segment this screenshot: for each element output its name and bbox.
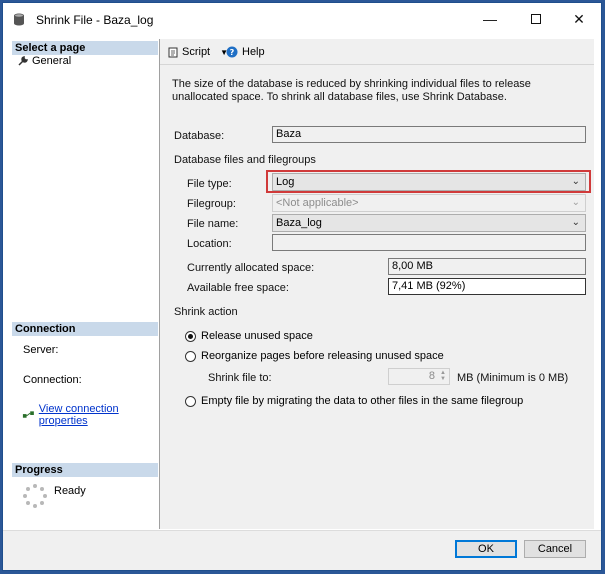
- page-selector-pane: Select a page General Connection Server:…: [12, 39, 160, 529]
- progress-spinner-icon: [23, 484, 47, 508]
- title-bar[interactable]: Shrink File - Baza_log — ✕: [3, 3, 601, 35]
- reorganize-option[interactable]: Reorganize pages before releasing unused…: [185, 350, 444, 362]
- shrink-file-dialog: Shrink File - Baza_log — ✕ Select a page…: [2, 2, 602, 571]
- script-icon: [168, 47, 178, 57]
- maximize-icon: [531, 14, 541, 24]
- shrink-action-title: Shrink action: [174, 306, 238, 318]
- release-unused-label: Release unused space: [201, 330, 313, 342]
- cancel-button[interactable]: Cancel: [524, 540, 586, 558]
- dialog-footer: OK Cancel: [3, 530, 601, 570]
- free-space-value: 7,41 MB (92%): [388, 278, 586, 295]
- ok-button[interactable]: OK: [455, 540, 517, 558]
- help-label: Help: [242, 46, 265, 58]
- script-label: Script: [182, 46, 211, 58]
- file-type-select[interactable]: Log ⌄: [272, 173, 586, 191]
- release-unused-option[interactable]: Release unused space: [185, 330, 313, 342]
- script-button[interactable]: Script ▼: [168, 46, 228, 58]
- radio-selected[interactable]: [185, 330, 196, 342]
- free-space-label: Available free space:: [187, 282, 289, 294]
- maximize-button[interactable]: [513, 3, 559, 35]
- connection-header: Connection: [12, 322, 158, 336]
- database-icon: [14, 13, 24, 26]
- minimize-button[interactable]: —: [467, 3, 513, 35]
- file-name-label: File name:: [187, 218, 239, 230]
- files-group-title: Database files and filegroups: [174, 154, 316, 166]
- close-button[interactable]: ✕: [556, 3, 602, 35]
- help-button[interactable]: ? Help: [226, 46, 265, 58]
- svg-text:?: ?: [230, 48, 235, 57]
- view-connection-properties[interactable]: View connection properties: [22, 403, 159, 427]
- allocated-space-label: Currently allocated space:: [187, 262, 315, 274]
- progress-header: Progress: [12, 463, 158, 477]
- view-connection-link[interactable]: View connection properties: [39, 403, 159, 427]
- chevron-down-icon: ⌄: [571, 197, 580, 208]
- general-page: Script ▼ ? Help The size of the database…: [160, 39, 594, 529]
- radio-unselected[interactable]: [185, 350, 196, 362]
- filegroup-value: <Not applicable>: [276, 197, 359, 209]
- spin-arrows-icon[interactable]: ▲ ▼: [438, 370, 448, 383]
- empty-file-option[interactable]: Empty file by migrating the data to othe…: [185, 395, 523, 407]
- file-type-value: Log: [276, 176, 295, 188]
- database-label: Database:: [174, 130, 225, 142]
- shrink-to-unit: MB (Minimum is 0 MB): [457, 372, 569, 384]
- connection-properties-icon: [22, 411, 34, 418]
- minimize-icon: —: [483, 11, 497, 27]
- page-item-general[interactable]: General: [18, 55, 71, 67]
- close-icon: ✕: [573, 10, 585, 27]
- chevron-down-icon: ⌄: [571, 217, 580, 228]
- file-type-label: File type:: [187, 178, 232, 190]
- empty-file-label: Empty file by migrating the data to othe…: [201, 395, 524, 407]
- window-title: Shrink File - Baza_log: [36, 13, 154, 27]
- filegroup-select[interactable]: <Not applicable> ⌄: [272, 194, 586, 212]
- page-item-label: General: [32, 55, 72, 67]
- shrink-to-stepper[interactable]: 8 ▲ ▼: [388, 368, 450, 385]
- location-field[interactable]: [272, 234, 586, 251]
- server-label: Server:: [23, 344, 59, 356]
- description-text: The size of the database is reduced by s…: [172, 78, 531, 103]
- shrink-to-value: 8: [428, 370, 435, 382]
- file-name-value: Baza_log: [276, 217, 322, 229]
- connection-label: Connection:: [23, 374, 82, 386]
- chevron-down-icon: ⌄: [571, 176, 580, 187]
- allocated-space-value: 8,00 MB: [388, 258, 586, 275]
- progress-status: Ready: [54, 485, 86, 497]
- filegroup-label: Filegroup:: [187, 198, 236, 210]
- file-name-select[interactable]: Baza_log ⌄: [272, 214, 586, 232]
- location-label: Location:: [187, 238, 232, 250]
- help-icon: ?: [226, 46, 238, 58]
- toolbar: Script ▼ ? Help: [160, 39, 594, 65]
- radio-unselected[interactable]: [185, 395, 196, 407]
- shrink-to-label: Shrink file to:: [208, 372, 272, 384]
- reorganize-label: Reorganize pages before releasing unused…: [201, 350, 444, 362]
- wrench-icon: [18, 56, 28, 66]
- select-page-header: Select a page: [12, 41, 158, 55]
- database-field: Baza: [272, 126, 586, 143]
